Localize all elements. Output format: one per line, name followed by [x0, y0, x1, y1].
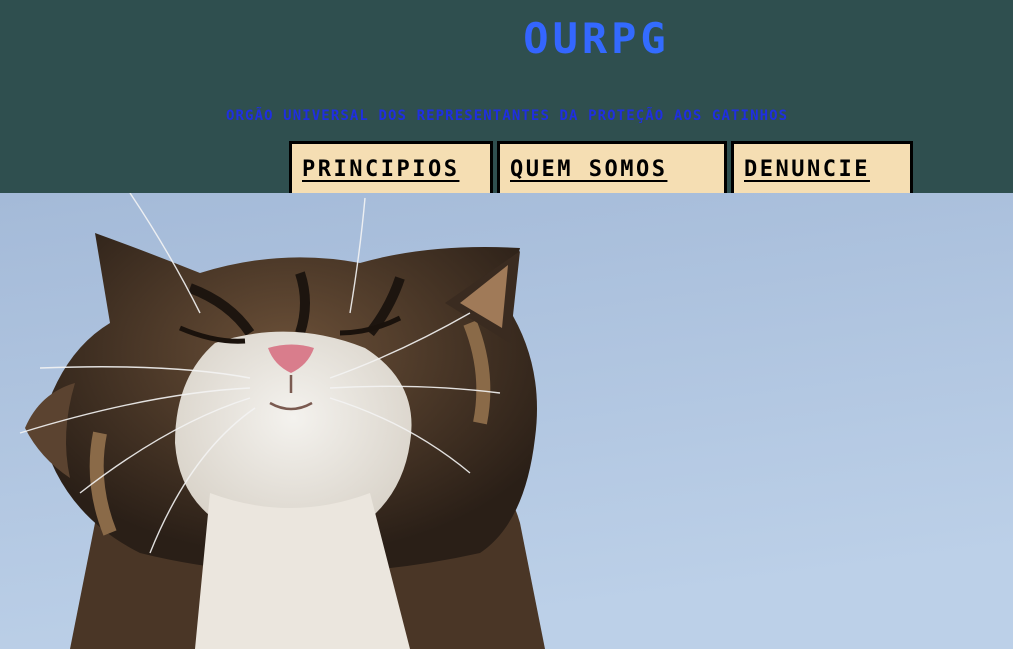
nav-principios-button[interactable]: PRINCIPIOS — [289, 141, 493, 197]
hero-image — [0, 193, 1013, 649]
site-header: OURPG ORGÃO UNIVERSAL DOS REPRESENTANTES… — [0, 0, 1013, 197]
nav-denuncie-button[interactable]: DENUNCIE — [731, 141, 913, 197]
site-title: OURPG — [0, 14, 1013, 64]
cat-photo — [0, 193, 1013, 649]
page: OURPG ORGÃO UNIVERSAL DOS REPRESENTANTES… — [0, 0, 1013, 649]
site-subtitle: ORGÃO UNIVERSAL DOS REPRESENTANTES DA PR… — [226, 108, 789, 124]
nav-quem-somos-button[interactable]: QUEM SOMOS — [497, 141, 727, 197]
